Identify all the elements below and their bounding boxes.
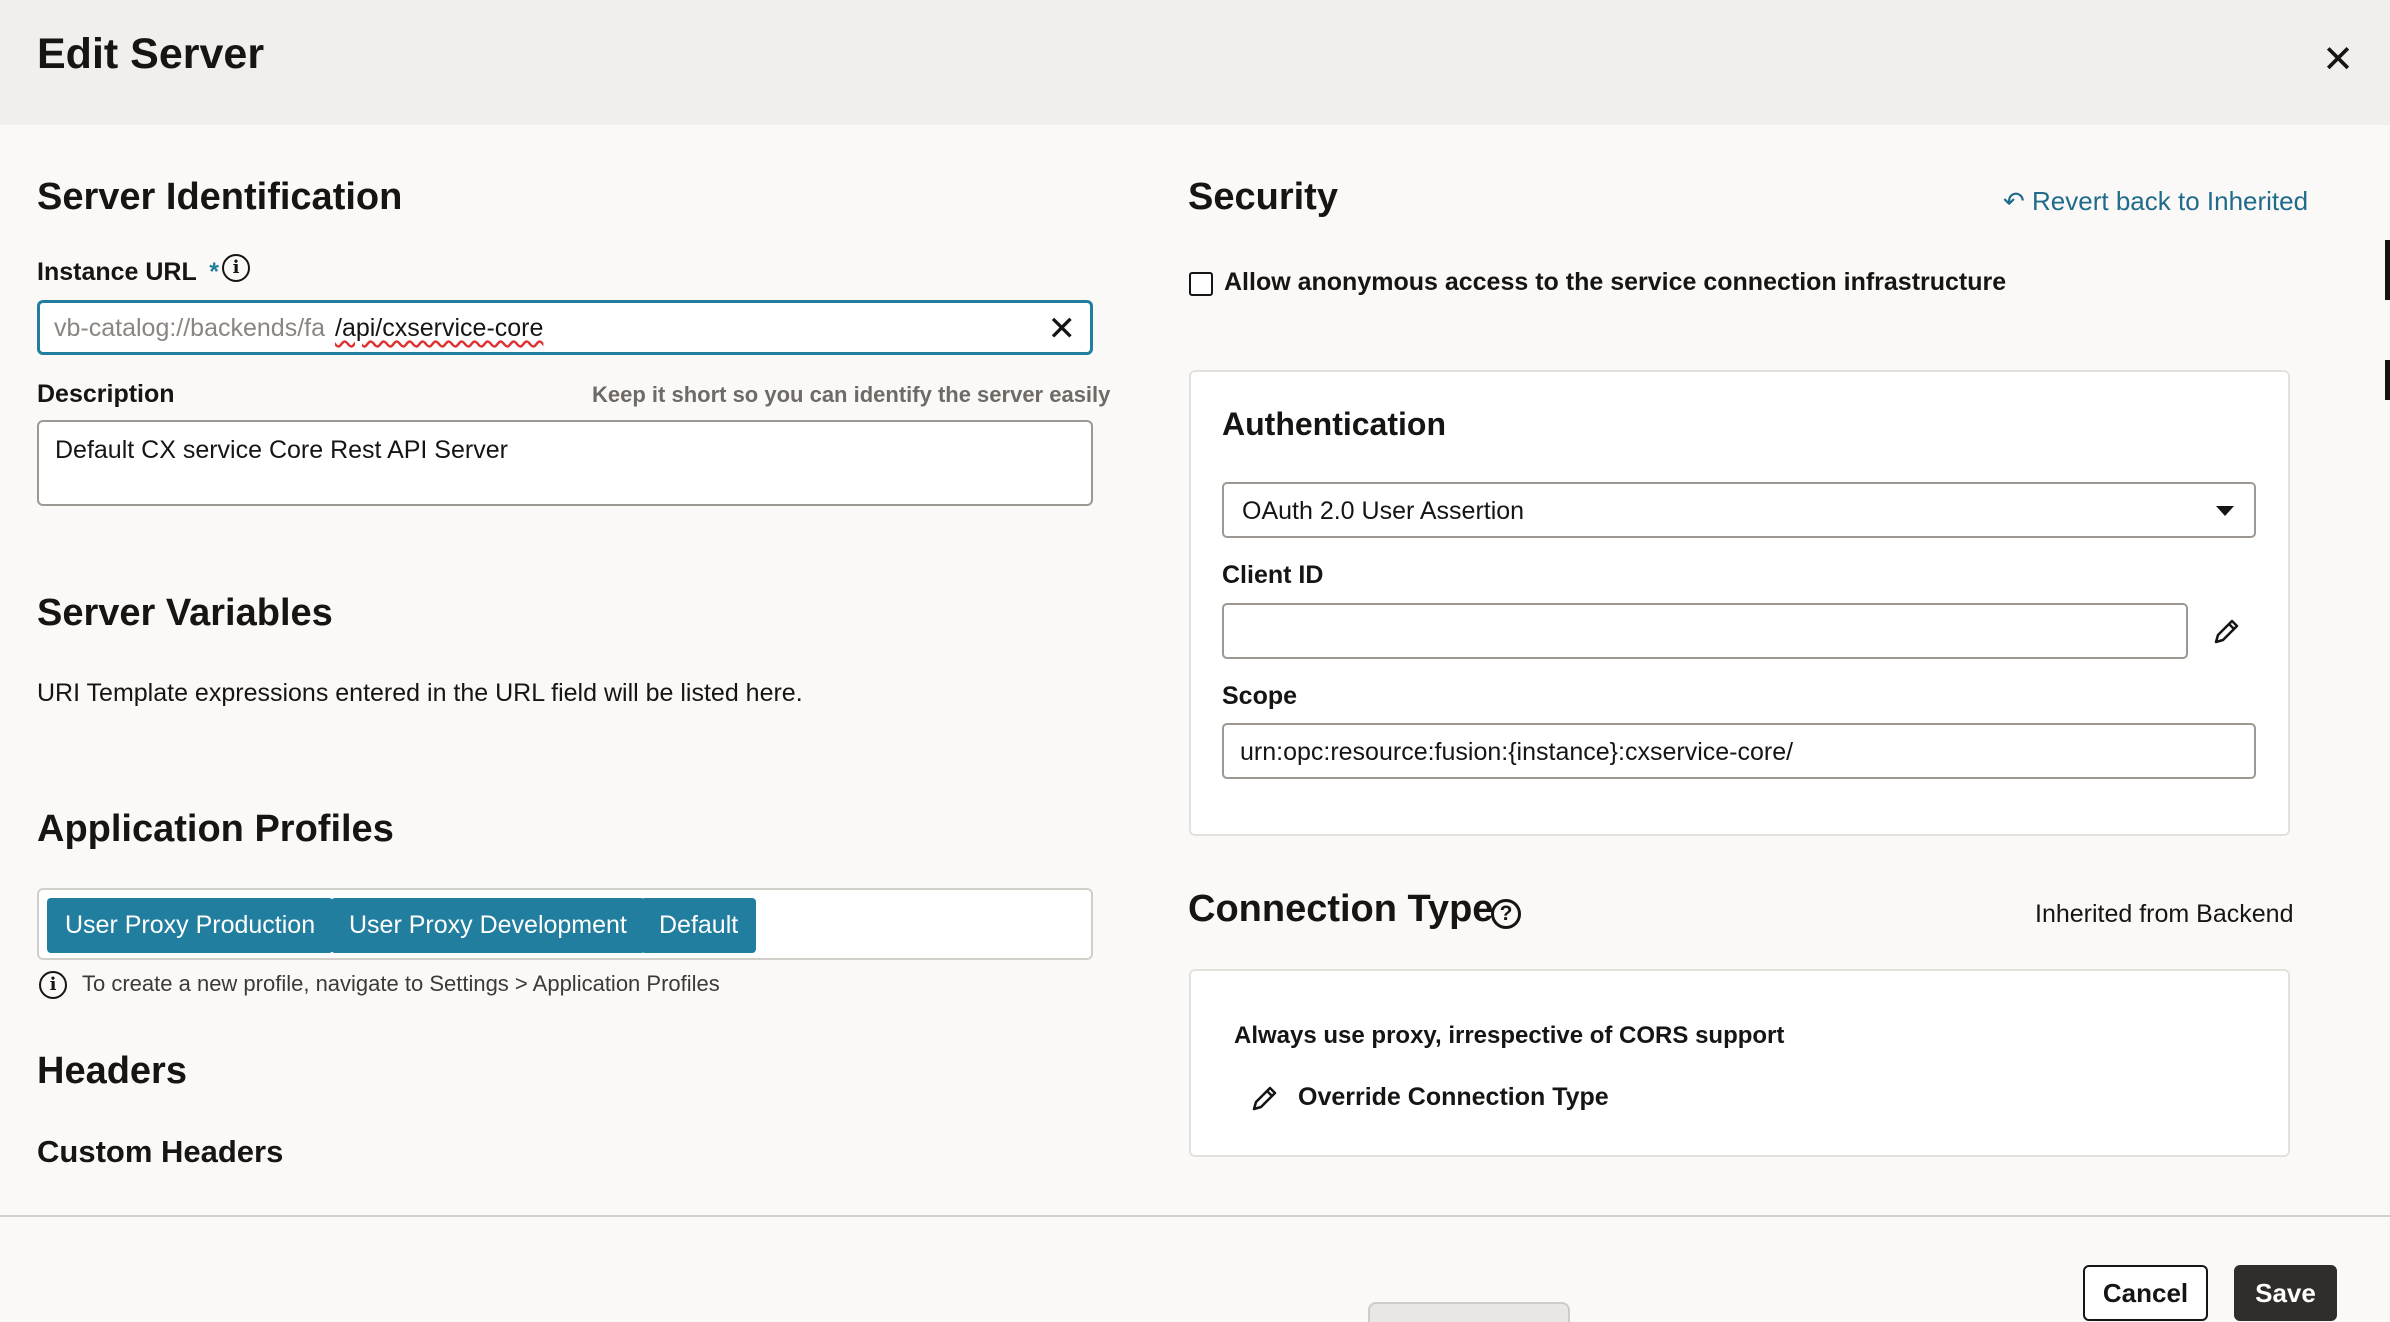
url-prefix: vb-catalog://backends/fa bbox=[54, 314, 325, 342]
headers-title: Headers bbox=[37, 1050, 187, 1092]
client-id-label: Client ID bbox=[1222, 561, 1324, 589]
help-icon[interactable]: ? bbox=[1491, 899, 1521, 929]
authentication-title: Authentication bbox=[1222, 406, 1446, 442]
profile-chip[interactable]: User Proxy Production bbox=[47, 898, 334, 953]
authentication-select[interactable]: OAuth 2.0 User Assertion bbox=[1222, 482, 2256, 538]
application-profiles-title: Application Profiles bbox=[37, 808, 394, 850]
client-id-field[interactable] bbox=[1222, 603, 2188, 659]
footer-divider bbox=[0, 1215, 2390, 1217]
connection-type-card bbox=[1189, 969, 2290, 1157]
chevron-down-icon bbox=[2216, 506, 2234, 516]
url-value[interactable]: /api/cxservice-core bbox=[335, 314, 543, 343]
revert-link[interactable]: ↶ Revert back to Inherited bbox=[2003, 186, 2308, 217]
dialog-title: Edit Server bbox=[37, 30, 265, 78]
security-title: Security bbox=[1188, 176, 1338, 218]
dialog-header: Edit Server ✕ bbox=[0, 0, 2390, 125]
scrollbar-edge bbox=[2385, 240, 2390, 300]
scrollbar-edge bbox=[2385, 360, 2390, 400]
inherited-label: Inherited from Backend bbox=[2035, 900, 2294, 928]
description-hint: Keep it short so you can identify the se… bbox=[592, 382, 1111, 407]
anonymous-access-label: Allow anonymous access to the service co… bbox=[1224, 268, 2007, 296]
scope-label: Scope bbox=[1222, 682, 1298, 710]
instance-url-label: Instance URL * bbox=[37, 258, 219, 286]
info-icon[interactable]: i bbox=[222, 254, 250, 282]
profiles-hint: To create a new profile, navigate to Set… bbox=[82, 971, 720, 996]
scope-field[interactable]: urn:opc:resource:fusion:{instance}:cxser… bbox=[1222, 723, 2256, 779]
bottom-tab[interactable] bbox=[1368, 1302, 1570, 1322]
connection-type-title: Connection Type bbox=[1188, 888, 1494, 930]
connection-type-description: Always use proxy, irrespective of CORS s… bbox=[1234, 1022, 1785, 1049]
profile-chip[interactable]: User Proxy Development bbox=[331, 898, 645, 953]
profile-chip[interactable]: Default bbox=[641, 898, 757, 953]
description-field[interactable]: Default CX service Core Rest API Server bbox=[37, 420, 1093, 506]
revert-icon: ↶ bbox=[2003, 186, 2025, 216]
clear-icon[interactable]: ✕ bbox=[1048, 309, 1077, 349]
info-icon: i bbox=[39, 971, 67, 999]
anonymous-access-checkbox[interactable] bbox=[1189, 272, 1213, 296]
close-icon[interactable]: ✕ bbox=[2318, 40, 2358, 80]
instance-url-input[interactable]: vb-catalog://backends/fa /api/cxservice-… bbox=[37, 300, 1093, 355]
required-marker: * bbox=[209, 258, 219, 286]
server-variables-title: Server Variables bbox=[37, 592, 333, 634]
server-identification-title: Server Identification bbox=[37, 176, 403, 218]
cancel-button[interactable]: Cancel bbox=[2083, 1265, 2208, 1321]
custom-headers-title: Custom Headers bbox=[37, 1134, 284, 1169]
override-label: Override Connection Type bbox=[1298, 1083, 1609, 1111]
profiles-box[interactable]: User Proxy Production User Proxy Develop… bbox=[37, 888, 1093, 960]
pencil-icon[interactable] bbox=[2212, 616, 2242, 646]
save-button[interactable]: Save bbox=[2234, 1265, 2337, 1321]
description-label: Description bbox=[37, 380, 175, 408]
pencil-icon bbox=[1252, 1086, 1277, 1111]
server-variables-text: URI Template expressions entered in the … bbox=[37, 679, 803, 707]
